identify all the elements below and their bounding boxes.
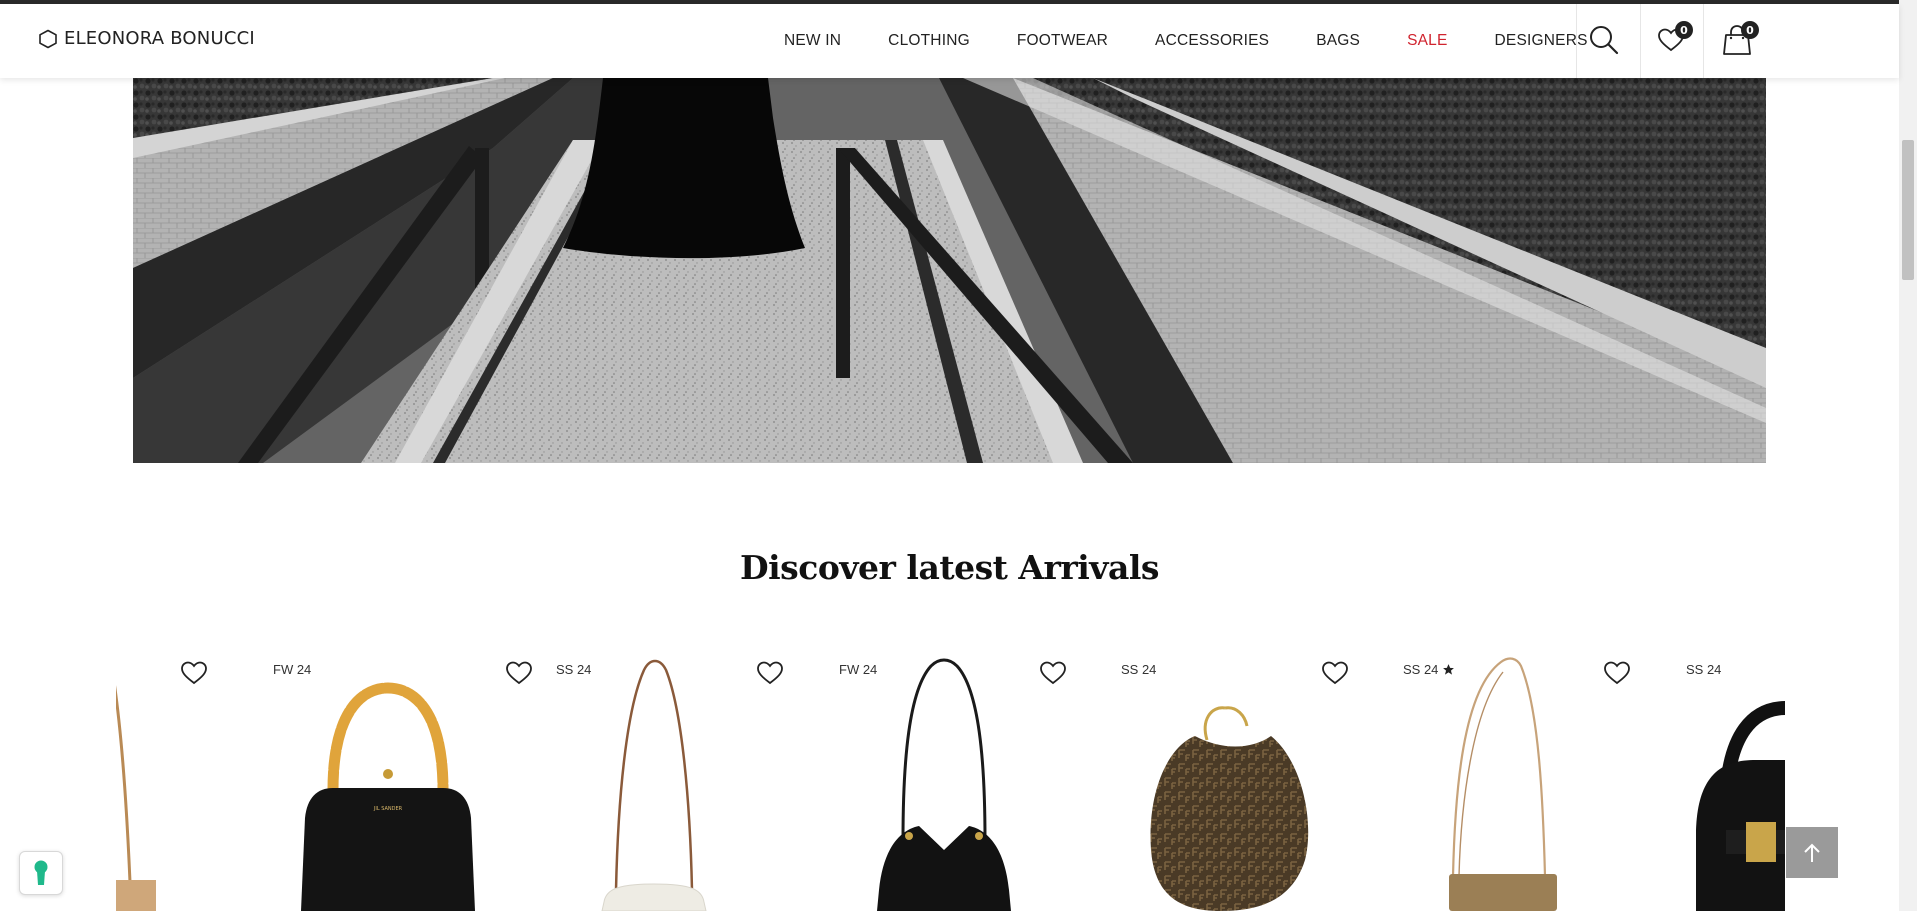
product-image (116, 685, 156, 911)
logo-mark-icon (38, 29, 58, 49)
brand-name: ELEONORA BONUCCI (64, 28, 255, 49)
add-to-wishlist-button[interactable] (756, 660, 784, 686)
product-card[interactable]: FW 24 (839, 650, 1121, 911)
heart-icon (1604, 661, 1630, 685)
nav-bags[interactable]: BAGS (1316, 32, 1360, 50)
heart-icon (1322, 661, 1348, 685)
nav-new-in[interactable]: NEW IN (784, 32, 841, 50)
heart-icon (181, 661, 207, 685)
keyhole-icon (34, 860, 48, 885)
product-card[interactable]: FW 24 JIL SANDER (273, 650, 555, 911)
add-to-wishlist-button[interactable] (1039, 660, 1067, 686)
wishlist-button[interactable]: 0 (1653, 21, 1693, 58)
add-to-wishlist-button[interactable] (505, 660, 533, 686)
nav-footwear[interactable]: FOOTWEAR (1017, 32, 1108, 50)
add-to-wishlist-button[interactable] (1603, 660, 1631, 686)
scrollbar[interactable] (1899, 0, 1917, 911)
product-card[interactable] (116, 650, 230, 911)
arrow-up-icon (1804, 843, 1820, 862)
product-card[interactable]: SS 24 (1121, 650, 1403, 911)
heart-icon (757, 661, 783, 685)
product-image: JIL SANDER (301, 682, 475, 911)
brand-logo[interactable]: ELEONORA BONUCCI (38, 28, 255, 49)
search-icon (1590, 26, 1619, 55)
scrollbar-thumb[interactable] (1902, 140, 1914, 280)
svg-text:JIL SANDER: JIL SANDER (373, 806, 403, 812)
add-to-wishlist-button[interactable] (1321, 660, 1349, 686)
cart-count-badge: 0 (1741, 21, 1759, 39)
nav-sale[interactable]: SALE (1407, 32, 1447, 50)
header-divider (1576, 4, 1577, 78)
nav-clothing[interactable]: CLOTHING (888, 32, 970, 50)
product-card[interactable]: SS 24 (1686, 650, 1785, 911)
product-image (1696, 701, 1785, 911)
header-divider (1703, 4, 1704, 78)
accessibility-button[interactable] (19, 851, 63, 895)
product-image (1150, 706, 1309, 911)
product-carousel[interactable]: FW 24 JIL SANDER SS 24 FW 24 SS 24 SS 24… (116, 650, 1785, 911)
hero-image (133, 78, 1766, 463)
hero-banner[interactable] (133, 78, 1766, 463)
nav-accessories[interactable]: ACCESSORIES (1155, 32, 1269, 50)
nav-designers[interactable]: DESIGNERS (1495, 32, 1588, 50)
add-to-wishlist-button[interactable] (180, 660, 208, 686)
product-image (877, 658, 1011, 911)
heart-icon (506, 661, 532, 685)
back-to-top-button[interactable] (1786, 827, 1838, 878)
cart-button[interactable]: 0 (1719, 21, 1759, 58)
product-image (601, 659, 707, 911)
product-card[interactable]: SS 24 (1403, 650, 1685, 911)
search-button[interactable] (1586, 22, 1622, 58)
site-header: ELEONORA BONUCCI NEW IN CLOTHING FOOTWEA… (0, 4, 1899, 78)
heart-icon (1040, 661, 1066, 685)
wishlist-count-badge: 0 (1675, 21, 1693, 39)
header-divider (1640, 4, 1641, 78)
main-nav: NEW IN CLOTHING FOOTWEAR ACCESSORIES BAG… (784, 4, 1588, 78)
product-image (1449, 657, 1557, 911)
product-card[interactable]: SS 24 (556, 650, 838, 911)
section-title: Discover latest Arrivals (740, 548, 1159, 587)
